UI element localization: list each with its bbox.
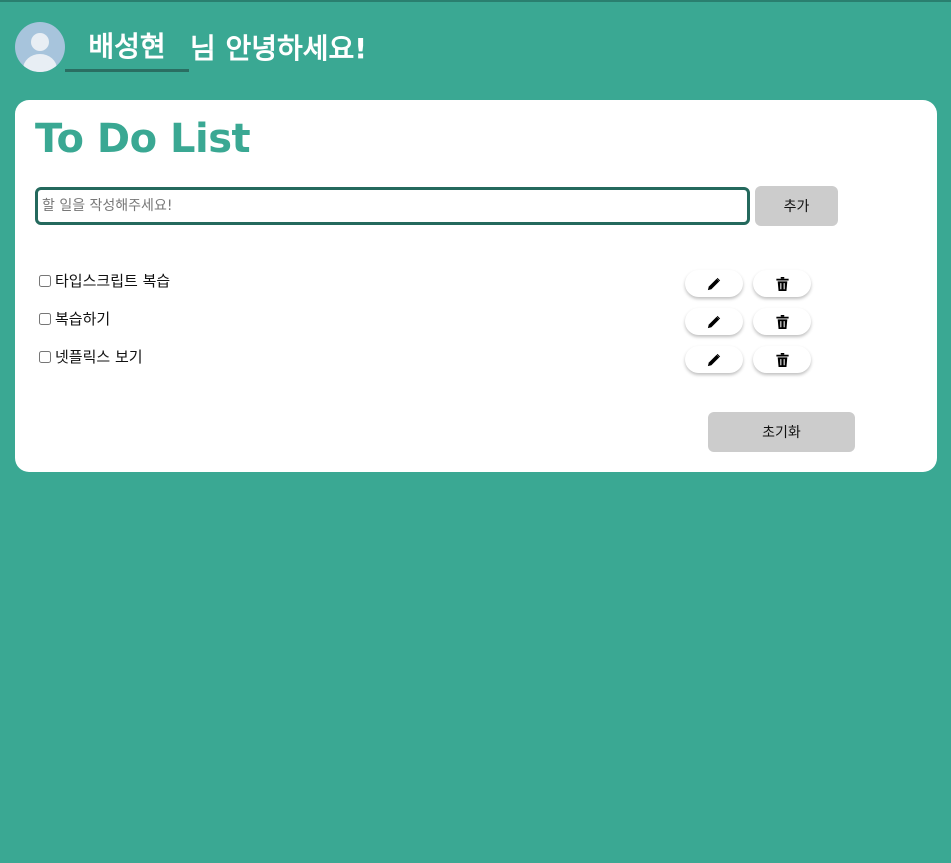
pencil-icon bbox=[707, 277, 721, 290]
add-button[interactable]: 추가 bbox=[755, 186, 838, 226]
todo-checkbox[interactable] bbox=[39, 313, 51, 325]
trash-icon bbox=[775, 352, 789, 367]
edit-button[interactable] bbox=[685, 346, 743, 373]
todo-item: 복습하기 bbox=[39, 308, 919, 336]
delete-button[interactable] bbox=[753, 346, 811, 373]
greeting-text: 님 안녕하세요! bbox=[190, 32, 368, 65]
header: 배성현 님 안녕하세요! bbox=[15, 22, 615, 74]
user-avatar-icon bbox=[15, 22, 65, 72]
todo-text: 복습하기 bbox=[55, 310, 111, 328]
page-title: To Do List bbox=[35, 116, 251, 162]
delete-button[interactable] bbox=[753, 308, 811, 335]
edit-button[interactable] bbox=[685, 308, 743, 335]
todo-item: 타입스크립트 복습 bbox=[39, 270, 919, 298]
todo-input[interactable] bbox=[35, 187, 750, 225]
todo-card: To Do List 추가 타입스크립트 복습 bbox=[15, 100, 937, 472]
edit-button[interactable] bbox=[685, 270, 743, 297]
avatar-body bbox=[23, 54, 57, 72]
top-border bbox=[0, 0, 951, 2]
pencil-icon bbox=[707, 353, 721, 366]
todo-checkbox[interactable] bbox=[39, 351, 51, 363]
trash-icon bbox=[775, 276, 789, 291]
todo-item: 넷플릭스 보기 bbox=[39, 346, 919, 374]
trash-icon bbox=[775, 314, 789, 329]
reset-button[interactable]: 초기화 bbox=[708, 412, 855, 452]
todo-checkbox[interactable] bbox=[39, 275, 51, 287]
pencil-icon bbox=[707, 315, 721, 328]
delete-button[interactable] bbox=[753, 270, 811, 297]
todo-text: 타입스크립트 복습 bbox=[55, 272, 171, 290]
avatar-head bbox=[31, 33, 49, 51]
todo-text: 넷플릭스 보기 bbox=[55, 348, 143, 366]
username: 배성현 bbox=[65, 26, 189, 72]
